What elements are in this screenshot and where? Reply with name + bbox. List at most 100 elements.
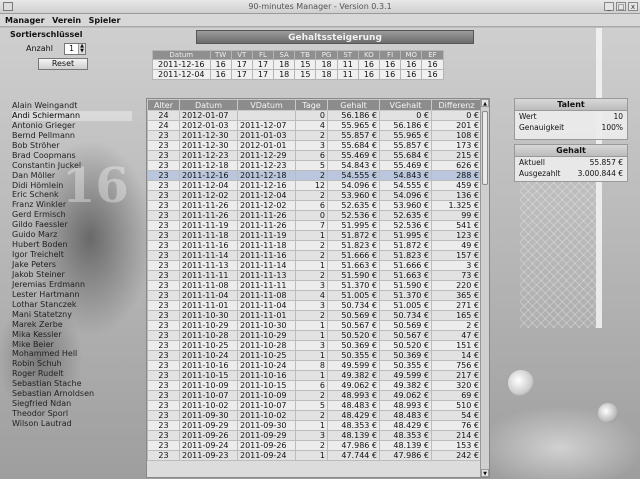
table-row[interactable]: 23 2011-09-29 2011-09-30 1 48.353 €48.429 €7…	[147, 420, 482, 431]
player-list-item[interactable]: Igor Treichelt	[12, 250, 132, 260]
table-row[interactable]: 23 2011-10-15 2011-10-16 1 49.382 €49.599 €2…	[147, 370, 482, 381]
ratings-header-vt[interactable]: VT	[230, 50, 253, 60]
player-list-item[interactable]: Hubert Boden	[12, 240, 132, 250]
salary-header-alter[interactable]: Alter	[147, 99, 180, 111]
player-list-item[interactable]: Alain Weingandt	[12, 101, 132, 111]
vertical-scrollbar[interactable]: ▲ ▼	[480, 99, 489, 477]
table-row[interactable]: 23 2011-11-04 2011-11-08 4 51.005 €51.370 €3…	[147, 290, 482, 301]
player-list-item[interactable]: Jake Peters	[12, 260, 132, 270]
player-list-item[interactable]: Dan Möller	[12, 171, 132, 181]
salary-header-differenz[interactable]: Differenz	[431, 99, 482, 111]
table-row[interactable]: 23 2011-12-18 2011-12-23 5 54.843 €55.469 €6…	[147, 160, 482, 171]
salary-header-gehalt[interactable]: Gehalt	[327, 99, 380, 111]
player-list-item[interactable]: Constantin Juckel	[12, 161, 132, 171]
player-list-item[interactable]: Jakob Steiner	[12, 270, 132, 280]
table-row[interactable]: 23 2011-11-26 2011-11-26 0 52.536 €52.635 €9…	[147, 210, 482, 221]
scrollbar-thumb[interactable]	[482, 111, 488, 185]
player-list-item[interactable]: Antonio Grieger	[12, 121, 132, 131]
ratings-header-fi[interactable]: FI	[378, 50, 402, 60]
table-row[interactable]: 24 2012-01-07 0 56.186 €0 €0 €	[147, 110, 482, 121]
scroll-down-icon[interactable]: ▼	[481, 469, 489, 477]
table-row[interactable]: 23 2011-11-16 2011-11-18 2 51.823 €51.872 €4…	[147, 240, 482, 251]
table-row[interactable]: 23 2011-10-25 2011-10-28 3 50.369 €50.520 €1…	[147, 340, 482, 351]
player-list-item[interactable]: Sebastian Stache	[12, 379, 132, 389]
player-list-item[interactable]: Roger Rudelt	[12, 369, 132, 379]
table-row[interactable]: 23 2011-11-08 2011-11-11 3 51.370 €51.590 €2…	[147, 280, 482, 291]
player-list-item[interactable]: Theodor Sporl	[12, 409, 132, 419]
table-row[interactable]: 23 2011-12-04 2011-12-16 12 54.096 €54.555 €…	[147, 180, 482, 191]
ratings-header-ko[interactable]: KO	[357, 50, 381, 60]
salary-header-vdatum[interactable]: VDatum	[237, 99, 296, 111]
table-row[interactable]: 23 2011-10-30 2011-11-01 2 50.569 €50.734 €1…	[147, 310, 482, 321]
table-row[interactable]: 23 2011-11-13 2011-11-14 1 51.663 €51.666 €3…	[147, 260, 482, 271]
table-row[interactable]: 23 2011-10-09 2011-10-15 6 49.062 €49.382 €3…	[147, 380, 482, 391]
player-list-item[interactable]: Brad Coopmans	[12, 151, 132, 161]
table-row[interactable]: 23 2011-11-18 2011-11-19 1 51.872 €51.995 €1…	[147, 230, 482, 241]
table-row[interactable]: 23 2011-12-30 2012-01-01 3 55.684 €55.857 €1…	[147, 140, 482, 151]
table-row[interactable]: 23 2011-10-16 2011-10-24 8 49.599 €50.355 €7…	[147, 360, 482, 371]
player-list-item[interactable]: Jeremias Erdmann	[12, 280, 132, 290]
table-row[interactable]: 23 2011-12-23 2011-12-29 6 55.469 €55.684 €2…	[147, 150, 482, 161]
player-list-item[interactable]: Lothar Stanczek	[12, 300, 132, 310]
table-row[interactable]: 23 2011-12-02 2011-12-04 2 53.960 €54.096 €1…	[147, 190, 482, 201]
count-spinner[interactable]: 1 ▲ ▼	[64, 43, 86, 55]
player-list-item[interactable]: Gildo Faessler	[12, 220, 132, 230]
table-row[interactable]: 24 2012-01-03 2011-12-07 4 55.965 €56.186 €2…	[147, 120, 482, 131]
player-list-item[interactable]: Siegfried Ndan	[12, 399, 132, 409]
table-row[interactable]: 23 2011-12-16 2011-12-18 2 54.555 €54.843 €2…	[147, 170, 482, 181]
ratings-header-mo[interactable]: MO	[400, 50, 423, 60]
ratings-header-datum[interactable]: Datum	[152, 50, 211, 60]
table-row[interactable]: 23 2011-10-07 2011-10-09 2 48.993 €49.062 €6…	[147, 390, 482, 401]
table-row[interactable]: 23 2011-10-29 2011-10-30 1 50.567 €50.569 €2…	[147, 320, 482, 331]
ratings-header-tw[interactable]: TW	[209, 50, 232, 60]
player-list-item[interactable]: Wilson Lautrad	[12, 419, 132, 429]
maximize-button[interactable]: □	[616, 2, 626, 11]
player-list-item[interactable]: Andi Schiermann	[12, 110, 132, 121]
player-list-item[interactable]: Bob Ströher	[12, 141, 132, 151]
table-row[interactable]: 23 2011-11-26 2011-12-02 6 52.635 €53.960 €1…	[147, 200, 482, 211]
menu-verein[interactable]: Verein	[52, 14, 81, 27]
ratings-header-st[interactable]: ST	[336, 50, 359, 60]
table-row[interactable]: 23 2011-09-30 2011-10-02 2 48.429 €48.483 €5…	[147, 410, 482, 421]
player-list-item[interactable]: Mike Beier	[12, 340, 132, 350]
player-list-item[interactable]: Mika Kessler	[12, 330, 132, 340]
table-row[interactable]: 23 2011-12-30 2011-01-03 2 55.857 €55.965 €1…	[147, 130, 482, 141]
player-list-item[interactable]: Robin Schuh	[12, 359, 132, 369]
reset-button[interactable]: Reset	[38, 58, 88, 70]
table-row[interactable]: 23 2011-10-02 2011-10-07 5 48.483 €48.993 €5…	[147, 400, 482, 411]
spinner-arrows-icon[interactable]: ▲ ▼	[78, 44, 85, 54]
ratings-header-ef[interactable]: EF	[421, 50, 444, 60]
player-list-item[interactable]: Eric Schenk	[12, 190, 132, 200]
table-row[interactable]: 23 2011-11-01 2011-11-04 3 50.734 €51.005 €2…	[147, 300, 482, 311]
table-row[interactable]: 23 2011-09-23 2011-09-24 1 47.744 €47.986 €2…	[147, 450, 482, 461]
player-list-item[interactable]: Mohammed Hell	[12, 349, 132, 359]
salary-header-tage[interactable]: Tage	[295, 99, 328, 111]
player-list-item[interactable]: Sebastian Arnoldsen	[12, 389, 132, 399]
salary-header-datum[interactable]: Datum	[179, 99, 238, 111]
ratings-header-fl[interactable]: FL	[251, 50, 275, 60]
salary-header-vgehalt[interactable]: VGehalt	[379, 99, 432, 111]
menu-spieler[interactable]: Spieler	[89, 14, 121, 27]
player-list-item[interactable]: Mani Statetzny	[12, 310, 132, 320]
close-button[interactable]: x	[628, 2, 638, 11]
scroll-up-icon[interactable]: ▲	[481, 99, 489, 107]
table-row[interactable]: 23 2011-10-28 2011-10-29 1 50.520 €50.567 €4…	[147, 330, 482, 341]
player-list-item[interactable]: Lester Hartmann	[12, 290, 132, 300]
player-list-item[interactable]: Gerd Ermisch	[12, 210, 132, 220]
ratings-row[interactable]: 2011-12-16 16 17 17 18 15 18 11 16 16 16 16	[152, 59, 444, 70]
table-row[interactable]: 23 2011-09-24 2011-09-26 2 47.986 €48.139 €1…	[147, 440, 482, 451]
menu-manager[interactable]: Manager	[5, 14, 45, 27]
ratings-header-tb[interactable]: TB	[294, 50, 317, 60]
ratings-header-sa[interactable]: SA	[273, 50, 296, 60]
ratings-row[interactable]: 2011-12-04 16 17 17 18 15 18 11 16 16 16 16	[152, 69, 444, 80]
player-list-item[interactable]: Didi Hömlein	[12, 181, 132, 191]
table-row[interactable]: 23 2011-10-24 2011-10-25 1 50.355 €50.369 €1…	[147, 350, 482, 361]
table-row[interactable]: 23 2011-11-11 2011-11-13 2 51.590 €51.663 €7…	[147, 270, 482, 281]
player-list-item[interactable]: Marek Zerbe	[12, 320, 132, 330]
table-row[interactable]: 23 2011-11-19 2011-11-26 7 51.995 €52.536 €5…	[147, 220, 482, 231]
player-list-item[interactable]: Franz Winkler	[12, 200, 132, 210]
minimize-button[interactable]: _	[604, 2, 614, 11]
player-list-item[interactable]: Guido Marz	[12, 230, 132, 240]
ratings-header-pg[interactable]: PG	[315, 50, 338, 60]
table-row[interactable]: 23 2011-11-14 2011-11-16 2 51.666 €51.823 €1…	[147, 250, 482, 261]
